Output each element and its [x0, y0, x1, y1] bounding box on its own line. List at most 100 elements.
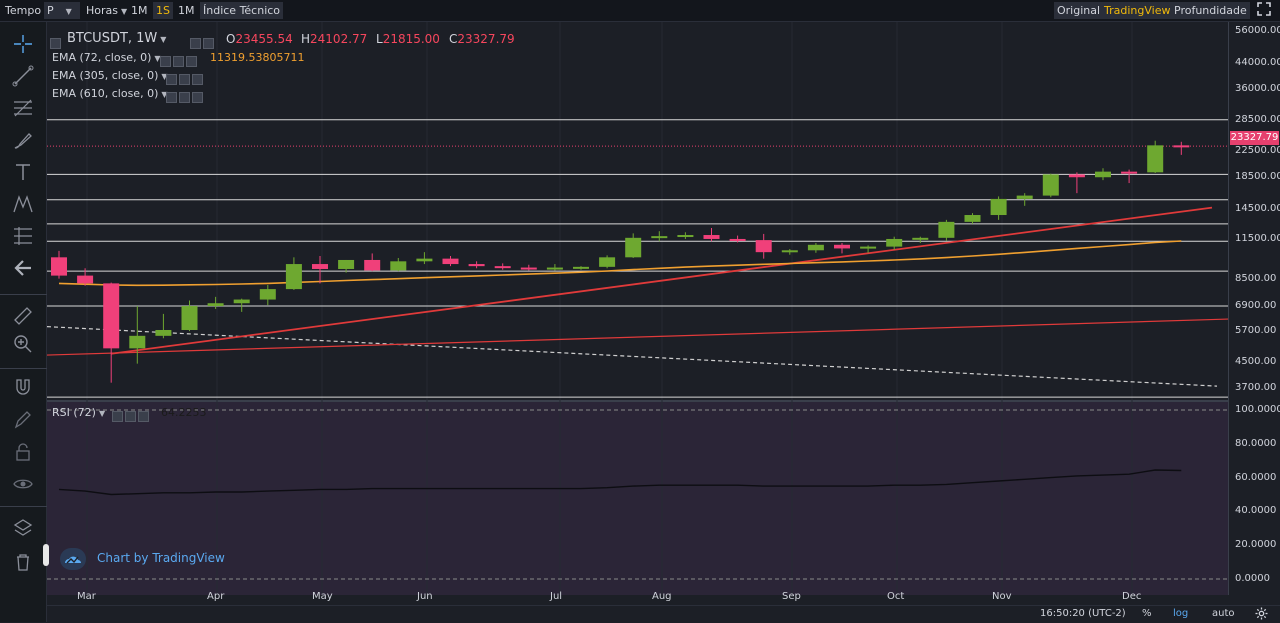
text-tool-icon[interactable]: [11, 160, 35, 184]
chevron-down-icon: ▼: [98, 409, 106, 418]
pencil-lock-icon[interactable]: [11, 408, 35, 432]
horas-label: Horas: [86, 4, 118, 17]
price-axis[interactable]: 56000.00 44000.00 36000.00 28500.00 22500.00…: [1228, 22, 1280, 595]
candle-body: [468, 264, 485, 267]
fib-tool-icon[interactable]: [11, 96, 35, 120]
candle-body: [1068, 174, 1085, 178]
rsi-axis-label: 0.0000: [1235, 573, 1270, 584]
candle-body: [703, 235, 720, 239]
time-axis-label: Jul: [550, 591, 563, 602]
time-axis-label: Jun: [417, 591, 433, 602]
lock-icon[interactable]: [11, 440, 35, 464]
interval-1m-button[interactable]: 1M: [128, 2, 151, 19]
symbol-text: BTCUSDT, 1W: [67, 31, 158, 46]
ema-610-buttons[interactable]: [166, 88, 205, 103]
candle-body: [390, 261, 407, 271]
ruler-icon[interactable]: [11, 304, 35, 328]
candle-body: [886, 238, 903, 247]
chart-area[interactable]: [47, 22, 1228, 595]
ohlc-open: O23455.54: [226, 32, 293, 46]
ema-72-buttons[interactable]: [160, 52, 199, 67]
candle-body: [546, 267, 563, 270]
gear-icon[interactable]: [1255, 607, 1268, 623]
time-axis-label: Aug: [652, 591, 672, 602]
period-select[interactable]: P ▼: [44, 2, 80, 19]
candle-body: [1095, 171, 1111, 178]
fullscreen-icon[interactable]: [1254, 2, 1274, 19]
ohlc-low: L21815.00: [376, 32, 440, 46]
price-axis-label: 11500.00: [1235, 232, 1280, 244]
candle-body: [259, 289, 276, 300]
horas-dropdown[interactable]: Horas ▼: [83, 2, 130, 19]
rsi-axis-label: 40.0000: [1235, 505, 1277, 517]
pattern-tool-icon[interactable]: [11, 192, 35, 216]
percent-scale-button[interactable]: %: [1142, 608, 1152, 619]
candle-body: [807, 244, 824, 251]
ema-72-legend[interactable]: EMA (72, close, 0) ▼: [52, 51, 161, 64]
period-select-value: P: [47, 4, 54, 17]
price-axis-label: 5700.00: [1235, 325, 1277, 337]
rsi-axis-label: 80.0000: [1235, 437, 1277, 449]
crosshair-icon[interactable]: [11, 32, 35, 56]
prediction-tool-icon[interactable]: [11, 224, 35, 248]
top-toolbar: Tempo P ▼ Horas ▼ 1M 1S 1M Índice Técnico …: [0, 0, 1280, 22]
time-axis-label: May: [312, 591, 333, 602]
toolbar-divider: [0, 506, 47, 507]
auto-scale-button[interactable]: auto: [1212, 608, 1235, 619]
candle-body: [1042, 174, 1059, 196]
chevron-down-icon: ▼: [160, 35, 167, 44]
trash-icon[interactable]: [11, 550, 35, 574]
interval-1mo-button[interactable]: 1M: [175, 2, 198, 19]
rsi-value: 64.2253: [161, 406, 207, 419]
price-axis-label: 3700.00: [1235, 381, 1277, 393]
price-axis-label: 6900.00: [1235, 300, 1277, 312]
depth-view-button[interactable]: Profundidade: [1171, 2, 1250, 19]
time-axis[interactable]: Mar Apr May Jun Jul Aug Sep Oct Nov Dec: [47, 591, 1228, 605]
chevron-down-icon: ▼: [121, 7, 128, 16]
ema-610-legend[interactable]: EMA (610, close, 0) ▼: [52, 87, 168, 100]
price-axis-label: 56000.00: [1235, 25, 1280, 37]
ema-305-legend[interactable]: EMA (305, close, 0) ▼: [52, 69, 168, 82]
rsi-buttons[interactable]: [112, 407, 151, 422]
candle-body: [1016, 195, 1033, 199]
candle-body: [181, 306, 198, 330]
candle-body: [51, 257, 67, 276]
candle-body: [520, 267, 537, 270]
legend-collapse-button[interactable]: [50, 34, 63, 49]
candle-body: [312, 264, 328, 269]
back-arrow-icon[interactable]: [11, 256, 35, 280]
ohlc-low-value: 21815.00: [382, 32, 440, 46]
symbol-label[interactable]: BTCUSDT, 1W ▼: [67, 31, 166, 46]
price-chart-svg[interactable]: [47, 22, 1228, 595]
interval-1s-button[interactable]: 1S: [153, 2, 173, 19]
indicators-button[interactable]: Índice Técnico: [200, 2, 284, 19]
magnet-icon[interactable]: [11, 376, 35, 400]
candle-body: [625, 237, 642, 258]
candle-body: [729, 238, 746, 241]
legend-settings-buttons[interactable]: [190, 34, 216, 49]
toolbar-divider: [0, 368, 47, 369]
time-axis-label: Oct: [887, 591, 905, 602]
candle-body: [677, 235, 694, 238]
candle-body: [129, 335, 146, 349]
zoom-icon[interactable]: [11, 332, 35, 356]
brush-icon[interactable]: [11, 128, 35, 152]
layers-icon[interactable]: [11, 516, 35, 540]
original-view-button[interactable]: Original: [1054, 2, 1104, 19]
eye-icon[interactable]: [11, 472, 35, 496]
ohlc-low-key: L: [376, 32, 383, 46]
tradingview-view-button[interactable]: TradingView: [1101, 2, 1174, 19]
candle-body: [233, 299, 250, 304]
panel-resize-handle[interactable]: [43, 544, 49, 566]
log-scale-button[interactable]: log: [1173, 608, 1188, 619]
time-axis-label: Sep: [782, 591, 801, 602]
rsi-legend[interactable]: RSI (72) ▼: [52, 406, 105, 419]
trend-line-icon[interactable]: [11, 64, 35, 88]
candle-body: [781, 250, 798, 253]
candle-body: [1173, 145, 1190, 148]
candle-body: [599, 257, 616, 267]
ema-305-buttons[interactable]: [166, 70, 205, 85]
price-axis-label: 28500.00: [1235, 113, 1280, 125]
time-axis-label: Nov: [992, 591, 1012, 602]
candle-body: [990, 198, 1007, 216]
